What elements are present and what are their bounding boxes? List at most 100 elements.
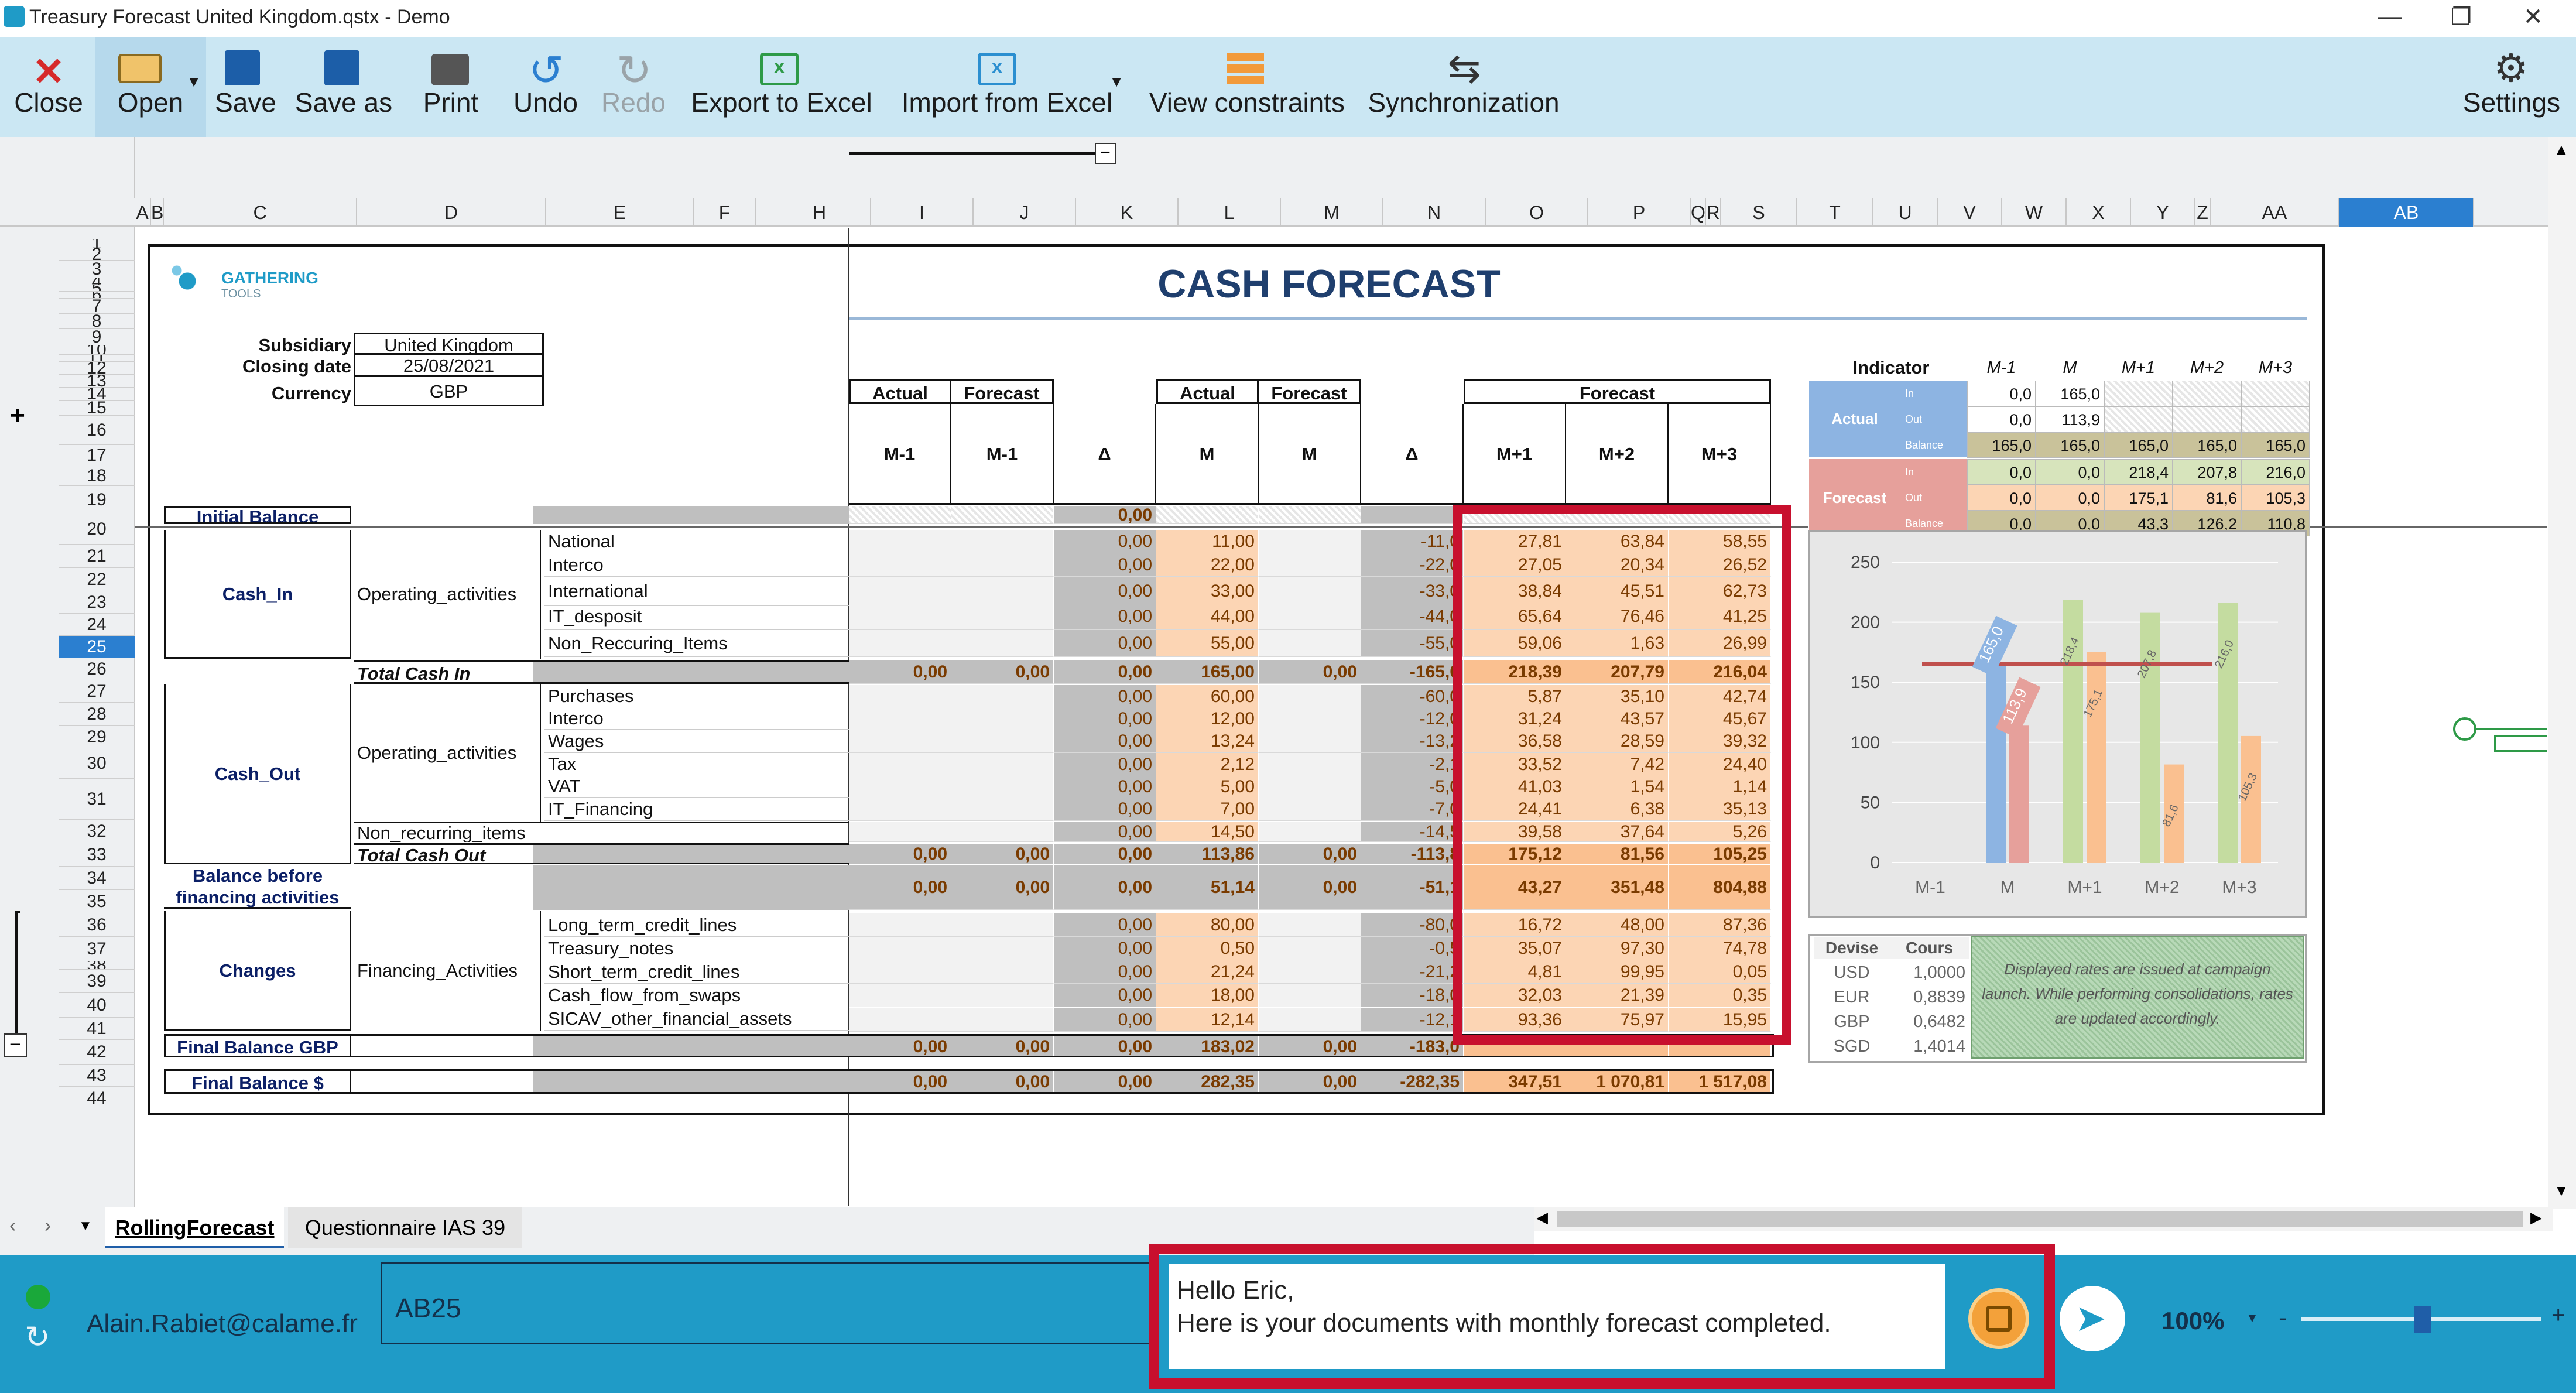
row-header-4[interactable]: 4 bbox=[59, 278, 135, 285]
cell-reference-box[interactable]: AB25 bbox=[381, 1262, 1159, 1344]
row-header-6[interactable]: 6 bbox=[59, 292, 135, 299]
row-header-7[interactable]: 7 bbox=[59, 299, 135, 314]
row-header-38[interactable]: 38 bbox=[59, 961, 135, 970]
chevron-down-icon[interactable]: ▼ bbox=[186, 73, 201, 91]
zoom-dropdown-icon[interactable]: ▼ bbox=[2246, 1310, 2259, 1326]
column-header-f[interactable]: F bbox=[694, 198, 756, 227]
column-header-u[interactable]: U bbox=[1873, 198, 1938, 227]
row-header-18[interactable]: 18 bbox=[59, 466, 135, 486]
row-header-29[interactable]: 29 bbox=[59, 726, 135, 748]
row-header-27[interactable]: 27 bbox=[59, 680, 135, 703]
row-header-39[interactable]: 39 bbox=[59, 970, 135, 993]
row-header-43[interactable]: 43 bbox=[59, 1065, 135, 1087]
column-header-b[interactable]: B bbox=[151, 198, 164, 227]
column-header-a[interactable]: A bbox=[135, 198, 151, 227]
column-header-x[interactable]: X bbox=[2067, 198, 2131, 227]
tab-next-icon[interactable]: › bbox=[44, 1214, 51, 1237]
column-header-c[interactable]: C bbox=[164, 198, 357, 227]
column-header-i[interactable]: I bbox=[871, 198, 974, 227]
column-header-aa[interactable]: AA bbox=[2211, 198, 2339, 227]
row-header-33[interactable]: 33 bbox=[59, 843, 135, 867]
row-header-17[interactable]: 17 bbox=[59, 445, 135, 466]
row-header-24[interactable]: 24 bbox=[59, 614, 135, 636]
column-header-v[interactable]: V bbox=[1938, 198, 2002, 227]
row-header-8[interactable]: 8 bbox=[59, 314, 135, 329]
tab-questionnaire[interactable]: Questionnaire IAS 39 bbox=[288, 1207, 522, 1248]
column-header-t[interactable]: T bbox=[1797, 198, 1873, 227]
hscroll-thumb[interactable] bbox=[1557, 1211, 2523, 1227]
row-header-34[interactable]: 34 bbox=[59, 867, 135, 890]
column-header-n[interactable]: N bbox=[1383, 198, 1486, 227]
refresh-icon[interactable]: ↻ bbox=[25, 1320, 50, 1355]
row-header-9[interactable]: 9 bbox=[59, 329, 135, 345]
tab-rolling-forecast[interactable]: RollingForecast bbox=[105, 1207, 284, 1248]
row-header-32[interactable]: 32 bbox=[59, 820, 135, 843]
scroll-up-icon[interactable]: ▲ bbox=[2554, 141, 2569, 159]
column-header-s[interactable]: S bbox=[1721, 198, 1797, 227]
scroll-right-icon[interactable]: ▶ bbox=[2530, 1209, 2542, 1227]
outline-collapse-button[interactable]: − bbox=[4, 1033, 27, 1057]
chevron-down-icon[interactable]: ▼ bbox=[1109, 73, 1124, 91]
spreadsheet[interactable]: GATHERING TOOLS CASH FORECAST Subsidiary Clo… bbox=[135, 228, 2547, 1206]
row-header-14[interactable]: 14 bbox=[59, 388, 135, 401]
row-header-2[interactable]: 2 bbox=[59, 248, 135, 261]
undo-button[interactable]: ↺ Undo bbox=[505, 37, 587, 137]
column-header-o[interactable]: O bbox=[1486, 198, 1588, 227]
print-button[interactable]: Print bbox=[413, 37, 489, 137]
row-header-11[interactable]: 11 bbox=[59, 355, 135, 362]
send-button[interactable]: ➤ bbox=[2060, 1286, 2125, 1351]
zoom-in-icon[interactable]: + bbox=[2551, 1302, 2565, 1329]
column-header-w[interactable]: W bbox=[2002, 198, 2067, 227]
row-header-36[interactable]: 36 bbox=[59, 913, 135, 937]
synchronization-button[interactable]: ⇆ Synchronization bbox=[1364, 37, 1563, 137]
scroll-down-icon[interactable]: ▼ bbox=[2554, 1182, 2569, 1200]
view-constraints-button[interactable]: View constraints bbox=[1145, 37, 1349, 137]
zoom-slider-thumb[interactable] bbox=[2414, 1306, 2431, 1333]
row-header-31[interactable]: 31 bbox=[59, 779, 135, 820]
save-as-button[interactable]: Save as bbox=[294, 37, 393, 137]
row-header-22[interactable]: 22 bbox=[59, 568, 135, 591]
row-header-12[interactable]: 12 bbox=[59, 362, 135, 375]
column-header-e[interactable]: E bbox=[546, 198, 694, 227]
row-header-5[interactable]: 5 bbox=[59, 285, 135, 292]
column-header-z[interactable]: Z bbox=[2195, 198, 2211, 227]
row-header-30[interactable]: 30 bbox=[59, 748, 135, 779]
import-excel-button[interactable]: x Import from Excel ▼ bbox=[890, 37, 1124, 137]
row-header-1[interactable]: 1 bbox=[59, 239, 135, 248]
row-header-10[interactable]: 10 bbox=[59, 345, 135, 355]
minimize-icon[interactable]: — bbox=[2378, 4, 2402, 30]
vertical-scrollbar[interactable] bbox=[2548, 137, 2576, 1209]
redo-button[interactable]: ↻ Redo bbox=[592, 37, 674, 137]
maximize-icon[interactable]: ❐ bbox=[2451, 4, 2472, 30]
zoom-out-icon[interactable]: - bbox=[2279, 1303, 2287, 1333]
column-header-p[interactable]: P bbox=[1588, 198, 1691, 227]
row-header-3[interactable]: 3 bbox=[59, 261, 135, 278]
column-header-h[interactable]: H bbox=[769, 198, 871, 227]
column-header-m[interactable]: M bbox=[1281, 198, 1383, 227]
column-header-d[interactable]: D bbox=[357, 198, 546, 227]
scroll-left-icon[interactable]: ◀ bbox=[1536, 1209, 1548, 1227]
row-header-28[interactable]: 28 bbox=[59, 703, 135, 726]
column-header-j[interactable]: J bbox=[974, 198, 1076, 227]
row-header-23[interactable]: 23 bbox=[59, 591, 135, 614]
tab-list-icon[interactable]: ▼ bbox=[78, 1218, 93, 1234]
column-header-y[interactable]: Y bbox=[2131, 198, 2195, 227]
open-button[interactable]: Open ▼ bbox=[95, 37, 206, 137]
settings-button[interactable]: ⚙ Settings bbox=[2453, 37, 2570, 137]
column-header-r[interactable]: R bbox=[1706, 198, 1721, 227]
row-header-26[interactable]: 26 bbox=[59, 658, 135, 680]
row-header-44[interactable]: 44 bbox=[59, 1087, 135, 1110]
message-input[interactable]: Hello Eric, Here is your documents with … bbox=[1169, 1264, 1945, 1369]
row-header-37[interactable]: 37 bbox=[59, 937, 135, 961]
column-header-ab[interactable]: AB bbox=[2339, 198, 2474, 227]
row-header-21[interactable]: 21 bbox=[59, 545, 135, 568]
row-header-25[interactable]: 25 bbox=[59, 636, 135, 658]
row-header-16[interactable]: 16 bbox=[59, 416, 135, 445]
close-window-icon[interactable]: ✕ bbox=[2523, 4, 2543, 30]
column-header-q[interactable]: Q bbox=[1691, 198, 1706, 227]
row-header-40[interactable]: 40 bbox=[59, 993, 135, 1018]
col-collapse-button[interactable]: − bbox=[1095, 143, 1116, 164]
row-header-20[interactable]: 20 bbox=[59, 514, 135, 545]
row-header-42[interactable]: 42 bbox=[59, 1040, 135, 1065]
save-button[interactable]: Save bbox=[212, 37, 279, 137]
